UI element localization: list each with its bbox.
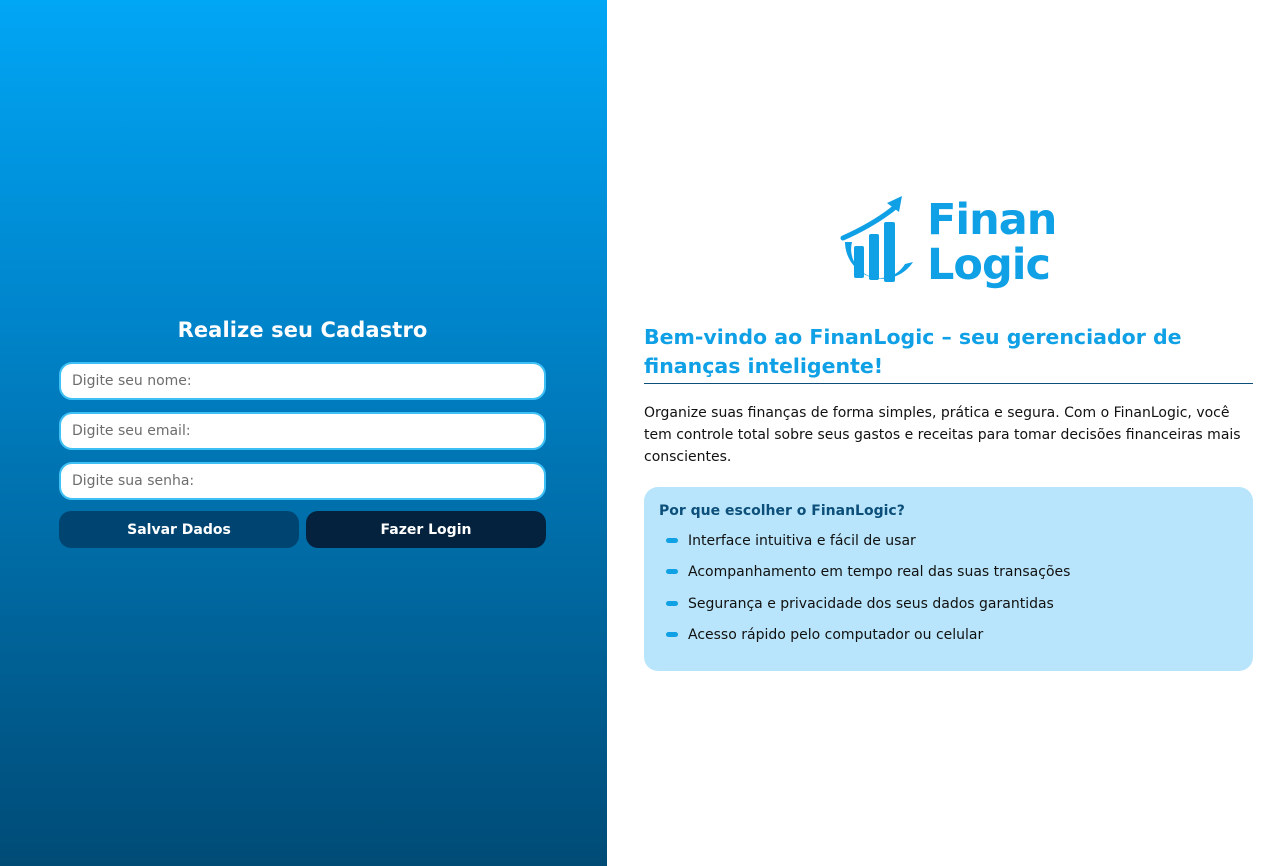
- dash-bullet-icon: [666, 600, 678, 606]
- why-title: Por que escolher o FinanLogic?: [659, 503, 905, 519]
- dash-bullet-icon: [666, 631, 678, 637]
- why-card: Por que escolher o FinanLogic? Interface…: [644, 487, 1253, 671]
- email-input[interactable]: [59, 412, 546, 450]
- brand-line-1: Finan: [927, 195, 1057, 245]
- list-item-text: Interface intuitiva e fácil de usar: [688, 533, 916, 549]
- list-item-text: Acompanhamento em tempo real das suas tr…: [688, 564, 1071, 581]
- register-panel: Realize seu Cadastro Salvar Dados Fazer …: [0, 0, 607, 866]
- brand-line-2: Logic: [927, 240, 1051, 290]
- welcome-headline: Bem-vindo ao FinanLogic – seu gerenciado…: [644, 323, 1253, 384]
- intro-text: Organize suas finanças de forma simples,…: [644, 405, 1241, 465]
- dash-bullet-icon: [666, 538, 678, 543]
- list-item: Acesso rápido pelo computador ou celular: [666, 625, 1070, 656]
- dash-bullet-icon: [666, 569, 678, 575]
- save-data-button[interactable]: Salvar Dados: [59, 511, 299, 548]
- brand-name: Finan Logic: [927, 195, 1057, 290]
- list-item: Interface intuitiva e fácil de usar: [666, 531, 1070, 562]
- login-button[interactable]: Fazer Login: [306, 511, 546, 548]
- welcome-panel: Finan Logic Bem-vindo ao FinanLogic – se…: [607, 0, 1287, 866]
- form-title: Realize seu Cadastro: [177, 318, 428, 342]
- list-item: Acompanhamento em tempo real das suas tr…: [666, 562, 1070, 593]
- why-list: Interface intuitiva e fácil de usar Acom…: [666, 531, 1070, 656]
- password-input[interactable]: [59, 462, 546, 500]
- finanlogic-logo: Finan Logic: [839, 194, 1069, 304]
- list-item-text: Segurança e privacidade dos seus dados g…: [688, 595, 1054, 612]
- list-item-text: Acesso rápido pelo computador ou celular: [688, 626, 984, 643]
- list-item: Segurança e privacidade dos seus dados g…: [666, 594, 1070, 625]
- name-input[interactable]: [59, 362, 546, 400]
- chart-growth-icon: [840, 196, 913, 282]
